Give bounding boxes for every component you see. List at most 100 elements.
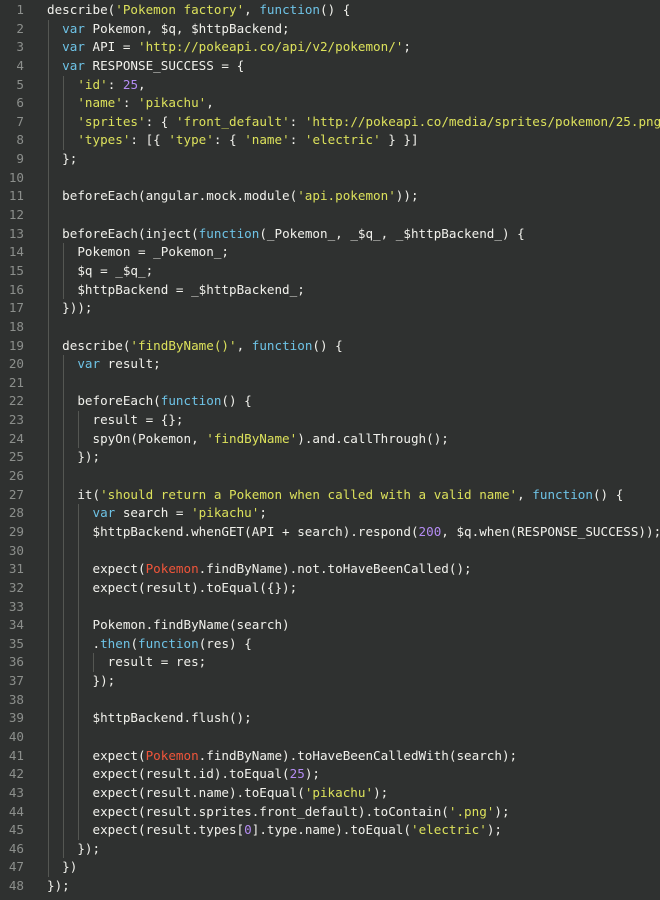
code-line[interactable]: 5 'id': 25,: [0, 75, 660, 95]
code-line[interactable]: 19 describe('findByName()', function() {: [0, 336, 660, 356]
line-number: 34: [8, 617, 24, 633]
code-token-default: : {: [213, 132, 245, 148]
code-line[interactable]: 1 describe('Pokemon factory', function() …: [0, 1, 660, 20]
code-line[interactable]: 36 result = res;: [0, 653, 660, 673]
code-line[interactable]: 3 var API = 'http://pokeapi.co/api/v2/po…: [0, 38, 660, 57]
code-token-default: });: [77, 449, 101, 465]
code-line[interactable]: 4 var RESPONSE_SUCCESS = {: [0, 56, 660, 76]
code-line[interactable]: 47 }): [0, 858, 660, 878]
line-content: var result;: [24, 355, 660, 374]
line-content: Pokemon.findByName(search): [24, 616, 660, 635]
line-content: 'types': [{ 'type': { 'name': 'electric'…: [24, 131, 660, 151]
code-token-default: it(: [77, 486, 101, 502]
code-line[interactable]: 39 $httpBackend.flush();: [0, 709, 660, 728]
code-line[interactable]: 14 Pokemon = _Pokemon_;: [0, 243, 660, 262]
code-line[interactable]: 32 expect(result).toEqual({});: [0, 578, 660, 598]
code-line[interactable]: 29 $httpBackend.whenGET(API + search).re…: [0, 522, 660, 542]
line-content: [24, 690, 660, 710]
code-line[interactable]: 17 }));: [0, 299, 660, 318]
code-token-default: ).and.callThrough();: [297, 430, 449, 446]
code-token-number: 25: [122, 76, 139, 92]
code-line[interactable]: 37 });: [0, 672, 660, 691]
code-token-default: expect(result.name).toEqual(: [92, 784, 305, 800]
code-line[interactable]: 24 spyOn(Pokemon, 'findByName').and.call…: [0, 429, 660, 449]
code-token-string: 'types': [77, 132, 131, 148]
code-line[interactable]: 46 });: [0, 839, 660, 859]
code-line[interactable]: 10: [0, 168, 660, 188]
line-content: 'id': 25,: [24, 75, 660, 95]
code-line[interactable]: 22 beforeEach(function() {: [0, 392, 660, 412]
indent-guide: [78, 541, 80, 561]
line-number: 39: [8, 710, 24, 726]
code-token-string: 'electric': [410, 822, 487, 838]
code-line[interactable]: 34 Pokemon.findByName(search): [0, 616, 660, 635]
code-token-number: 0: [244, 822, 252, 838]
code-line[interactable]: 40: [0, 727, 660, 747]
code-line[interactable]: 45 expect(result.types[0].type.name).toE…: [0, 821, 660, 840]
line-content: expect(result.name).toEqual('pikachu');: [24, 783, 660, 803]
code-line[interactable]: 38: [0, 690, 660, 710]
code-line[interactable]: 33: [0, 597, 660, 617]
code-token-default: describe(: [47, 2, 116, 17]
code-area[interactable]: 1 describe('Pokemon factory', function() …: [0, 0, 660, 896]
code-line[interactable]: 21: [0, 373, 660, 393]
code-line[interactable]: 42 expect(result.id).toEqual(25);: [0, 765, 660, 784]
line-number: 10: [8, 169, 24, 185]
code-token-default: beforeEach(inject(: [62, 225, 199, 241]
code-line[interactable]: 6 'name': 'pikachu',: [0, 94, 660, 113]
code-line[interactable]: 2 var Pokemon, $q, $httpBackend;: [0, 19, 660, 39]
code-line[interactable]: 13 beforeEach(inject(function(_Pokemon_,…: [0, 224, 660, 244]
code-token-default: () {: [320, 2, 351, 17]
code-line[interactable]: 25 });: [0, 448, 660, 468]
code-line[interactable]: 44 expect(result.sprites.front_default).…: [0, 802, 660, 822]
code-line[interactable]: 23 result = {};: [0, 411, 660, 430]
indent-guide: [48, 373, 49, 393]
code-line[interactable]: 30: [0, 541, 660, 561]
code-line[interactable]: 12: [0, 206, 660, 225]
code-line[interactable]: 31 expect(Pokemon.findByName).not.toHave…: [0, 560, 660, 579]
code-line[interactable]: 20 var result;: [0, 355, 660, 374]
code-token-default: expect(result.sprites.front_default).toC…: [92, 803, 449, 819]
code-token-keyword: var: [77, 356, 101, 372]
line-content: spyOn(Pokemon, 'findByName').and.callThr…: [24, 429, 660, 449]
code-line[interactable]: 18: [0, 317, 660, 337]
code-line[interactable]: 35 .then(function(res) {: [0, 634, 660, 654]
code-line[interactable]: 15 $q = _$q_;: [0, 261, 660, 281]
code-line[interactable]: 43 expect(result.name).toEqual('pikachu'…: [0, 783, 660, 803]
indent-guide: [48, 597, 49, 617]
code-token-default: } }]: [380, 132, 419, 148]
code-editor[interactable]: 1 describe('Pokemon factory', function() …: [0, 0, 660, 900]
line-content: [24, 597, 660, 617]
code-line[interactable]: 9 };: [0, 150, 660, 169]
code-line[interactable]: 28 var search = 'pikachu';: [0, 504, 660, 523]
line-number: 13: [8, 225, 24, 241]
code-token-string: 'http://pokeapi.co/media/sprites/pokemon…: [304, 113, 660, 129]
code-token-default: () {: [221, 393, 252, 409]
line-content: expect(Pokemon.findByName).not.toHaveBee…: [24, 560, 660, 579]
line-number: 41: [8, 747, 24, 763]
code-token-default: Pokemon, $q, $httpBackend;: [84, 20, 290, 36]
code-line[interactable]: 48});: [0, 877, 660, 896]
code-line[interactable]: 7 'sprites': { 'front_default': 'http://…: [0, 112, 660, 132]
code-line[interactable]: 16 $httpBackend = _$httpBackend_;: [0, 280, 660, 300]
code-line[interactable]: 8 'types': [{ 'type': { 'name': 'electri…: [0, 131, 660, 151]
line-content: expect(result.types[0].type.name).toEqua…: [24, 821, 660, 840]
indent-guide: [78, 727, 80, 747]
line-number: 21: [8, 374, 24, 390]
code-line[interactable]: 41 expect(Pokemon.findByName).toHaveBeen…: [0, 746, 660, 766]
code-line[interactable]: 11 beforeEach(angular.mock.module('api.p…: [0, 187, 660, 207]
code-line[interactable]: 26: [0, 467, 660, 486]
code-token-keyword: function: [532, 486, 593, 502]
line-content: beforeEach(angular.mock.module('api.poke…: [24, 187, 660, 207]
line-number: 46: [8, 840, 24, 856]
code-line[interactable]: 27 it('should return a Pokemon when call…: [0, 485, 660, 505]
line-content: 'name': 'pikachu',: [24, 94, 660, 113]
